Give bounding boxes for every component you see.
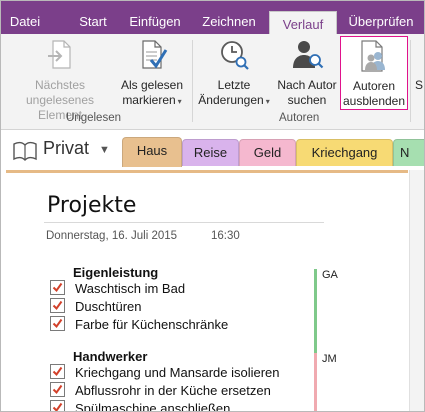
next-unread-button[interactable]: Nächstes ungelesenes Element: [3, 38, 117, 123]
notebook-name[interactable]: Privat: [43, 138, 89, 159]
todo-item[interactable]: Waschtisch im Bad: [50, 280, 185, 298]
page-date: Donnerstag, 16. Juli 2015: [46, 230, 178, 242]
check-icon: [52, 282, 63, 293]
todo-label: Waschtisch im Bad: [75, 281, 186, 296]
section-tab-kriechgang[interactable]: Kriechgang: [296, 139, 393, 166]
section-tab-n[interactable]: N: [393, 139, 424, 166]
check-icon: [52, 300, 63, 311]
section-tab-geld[interactable]: Geld: [239, 139, 296, 166]
author-initials-jm: JM: [322, 353, 337, 365]
check-icon: [52, 318, 63, 329]
author-bar-ga: [314, 269, 317, 357]
section-tab-reise[interactable]: Reise: [182, 139, 239, 166]
todo-item[interactable]: Farbe für Küchenschränke: [50, 316, 228, 334]
section-tab-haus[interactable]: Haus: [122, 137, 182, 167]
todo-item[interactable]: Duschtüren: [50, 298, 141, 316]
todo-label: Spülmaschine anschließen: [75, 401, 231, 412]
notebook-bar: Privat ▼ Haus Reise Geld Kriechgang N: [1, 130, 424, 170]
next-unread-icon: [48, 40, 71, 69]
check-icon: [52, 384, 63, 395]
todo-item[interactable]: Abflussrohr in der Küche ersetzen: [50, 382, 271, 400]
hide-authors-icon: [361, 40, 385, 72]
vertical-scrollbar[interactable]: [409, 170, 424, 411]
page-time: 16:30: [211, 230, 240, 242]
tab-start[interactable]: Start: [65, 9, 121, 34]
author-initials-ga: GA: [322, 269, 338, 281]
hide-authors-button[interactable]: Autoren ausblenden: [340, 36, 408, 110]
checkbox-checked[interactable]: [50, 298, 65, 313]
todo-label: Kriechgang und Mansarde isolieren: [75, 365, 280, 380]
group-divider: [192, 40, 193, 122]
author-bar-jm: [314, 353, 317, 411]
hide-authors-label-2: ausblenden: [342, 94, 406, 108]
group-label-authors: Autoren: [279, 112, 320, 124]
group-heading: Eigenleistung: [73, 265, 159, 280]
overflow-label: S: [414, 78, 423, 92]
recent-changes-label-2: Änderungen: [198, 93, 264, 107]
group-label-unread: Ungelesen: [66, 112, 121, 124]
ribbon-verlauf: Nächstes ungelesenes Element Als gelesen…: [1, 34, 424, 130]
mark-read-button[interactable]: Als gelesen markieren ▾: [117, 38, 187, 109]
tab-einfuegen[interactable]: Einfügen: [123, 9, 187, 34]
tab-ueberpruefen[interactable]: Überprüfen: [341, 9, 421, 34]
checkbox-checked[interactable]: [50, 280, 65, 295]
page-title[interactable]: Projekte: [47, 193, 136, 218]
clock-search-icon: [221, 41, 249, 70]
checkbox-checked[interactable]: [50, 400, 65, 411]
find-by-author-label-2: suchen: [287, 93, 327, 107]
chevron-down-icon: ▾: [265, 97, 270, 106]
ribbon-tab-strip: Datei Start Einfügen Zeichnen Verlauf Üb…: [1, 1, 424, 36]
overflow-button[interactable]: S: [414, 78, 424, 93]
todo-item[interactable]: Spülmaschine anschließen: [50, 400, 231, 412]
next-unread-label-1: Nächstes: [34, 78, 86, 92]
notebook-icon[interactable]: [12, 141, 38, 161]
recent-changes-label-1: Letzte: [217, 78, 251, 92]
mark-read-label-1: Als gelesen: [120, 78, 184, 92]
checkbox-checked[interactable]: [50, 316, 65, 331]
person-search-icon: [293, 41, 324, 69]
chevron-down-icon: ▾: [177, 97, 182, 106]
tab-zeichnen[interactable]: Zeichnen: [195, 9, 263, 34]
checkbox-checked[interactable]: [50, 364, 65, 379]
hide-authors-label-1: Autoren: [352, 79, 396, 93]
recent-changes-button[interactable]: Letzte Änderungen ▾: [195, 38, 273, 109]
check-icon: [52, 402, 63, 411]
todo-label: Duschtüren: [75, 299, 142, 314]
group-heading: Handwerker: [73, 349, 148, 364]
onenote-window: Datei Start Einfügen Zeichnen Verlauf Üb…: [0, 0, 425, 412]
find-by-author-button[interactable]: Nach Autor suchen: [273, 38, 341, 108]
todo-label: Farbe für Küchenschränke: [75, 317, 229, 332]
tab-datei[interactable]: Datei: [1, 9, 49, 34]
tab-verlauf[interactable]: Verlauf: [269, 11, 337, 36]
page-canvas[interactable]: Projekte Donnerstag, 16. Juli 2015 16:30…: [6, 170, 408, 412]
mark-read-icon: [142, 40, 168, 69]
todo-item[interactable]: Kriechgang und Mansarde isolieren: [50, 364, 280, 382]
group-divider: [410, 40, 411, 122]
chevron-down-icon[interactable]: ▼: [99, 144, 110, 156]
title-divider: [44, 222, 324, 223]
todo-label: Abflussrohr in der Küche ersetzen: [75, 383, 271, 398]
find-by-author-label-1: Nach Autor: [277, 78, 337, 92]
checkbox-checked[interactable]: [50, 382, 65, 397]
mark-read-label-2: markieren: [122, 93, 176, 107]
check-icon: [52, 366, 63, 377]
